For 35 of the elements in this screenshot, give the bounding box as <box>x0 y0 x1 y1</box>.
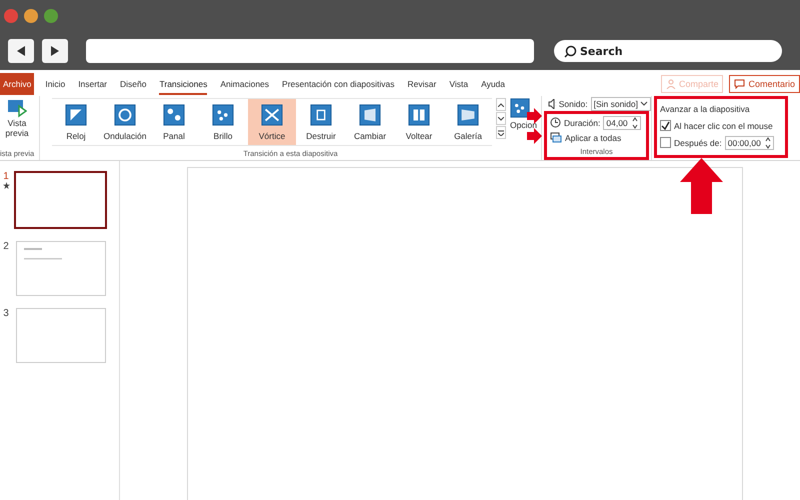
ribbon-tab[interactable]: Revisar <box>408 74 436 94</box>
comments-button[interactable]: Comentario <box>729 75 800 93</box>
slide-number: 2 <box>3 241 9 252</box>
after-time-field[interactable]: 00:00,00 <box>724 136 774 150</box>
search-field[interactable]: Search <box>554 40 782 62</box>
effect-options-button[interactable]: Opcion <box>510 98 537 130</box>
ribbon-tab[interactable]: Inicio <box>45 74 66 94</box>
ribbon-tab[interactable]: Archivo <box>0 73 34 95</box>
sound-dropdown[interactable]: [Sin sonido] <box>590 96 651 110</box>
after-label: Después de: <box>674 138 722 148</box>
apply-to-all-button[interactable]: Aplicar a todas <box>550 130 622 145</box>
ribbon-tab[interactable]: Diseño <box>120 74 146 94</box>
slide-number: 1 <box>3 171 9 182</box>
on-click-label: Al hacer clic con el mouse <box>674 120 773 130</box>
transition-option[interactable]: Galería <box>444 99 492 145</box>
ribbon-tab[interactable]: Ayuda <box>481 74 506 94</box>
transition-option[interactable]: Cambiar <box>346 99 394 145</box>
transition-option[interactable]: Brillo <box>199 99 247 145</box>
ribbon-tab[interactable]: Animaciones <box>220 74 270 94</box>
transition-option[interactable]: Voltear <box>395 99 443 145</box>
ribbon-tab[interactable]: Presentación con diapositivas <box>282 74 394 94</box>
ribbon-tab[interactable]: Vista <box>449 74 468 94</box>
transition-option[interactable]: Reloj <box>52 99 100 145</box>
slide-number: 3 <box>3 308 9 319</box>
duration-field[interactable]: 04,00 <box>603 116 641 130</box>
advance-title: Avanzar a la diapositiva <box>660 102 750 116</box>
transition-option[interactable]: Vórtice <box>248 99 296 145</box>
duration-label: Duración: <box>564 118 600 128</box>
preview-button[interactable]: Vista previa <box>0 98 34 138</box>
ribbon-tab[interactable]: Insertar <box>78 74 108 94</box>
ribbon-tab[interactable]: Transiciones <box>159 74 208 94</box>
transition-option[interactable]: Ondulación <box>101 99 149 145</box>
sound-label: Sonido: <box>558 98 588 108</box>
transition-option[interactable]: Destruir <box>297 99 345 145</box>
transition-option[interactable]: Panal <box>150 99 198 145</box>
